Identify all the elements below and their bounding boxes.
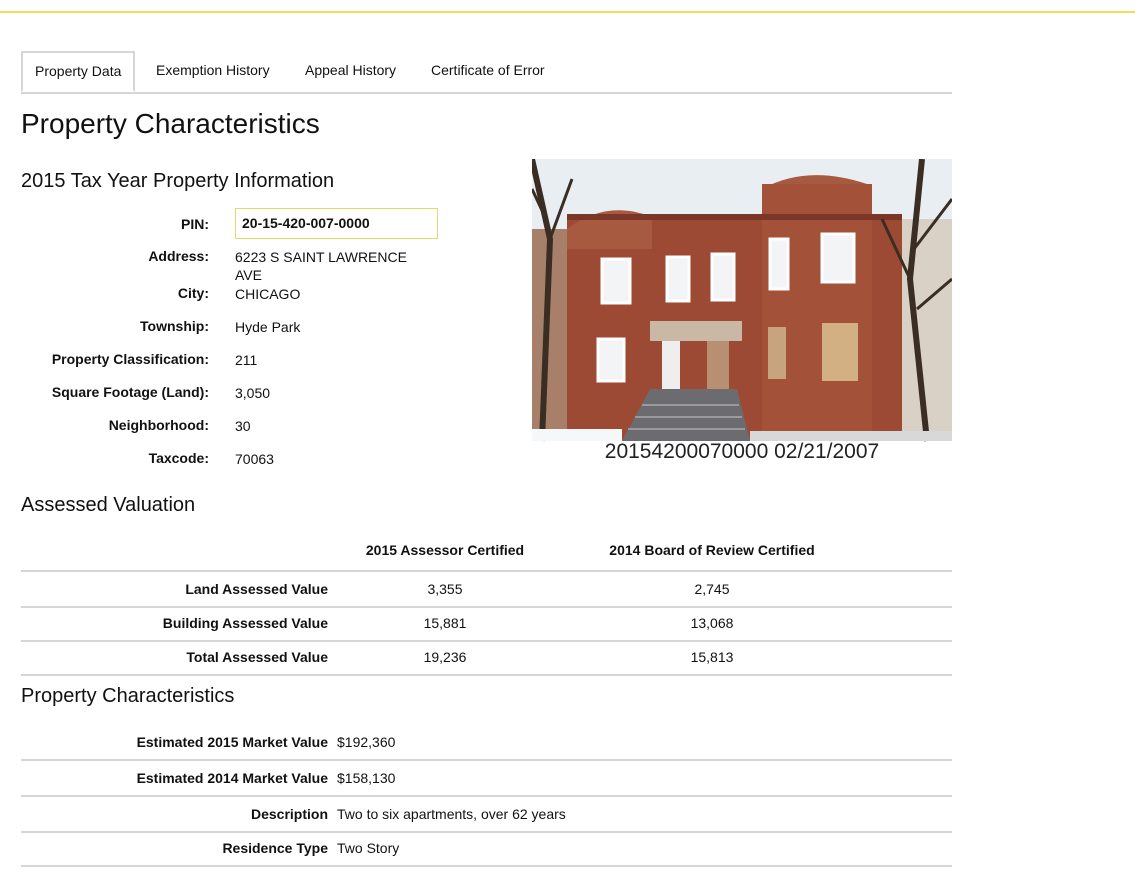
- row-value: Two to six apartments, over 62 years: [337, 806, 566, 822]
- top-accent-line: [0, 11, 1135, 13]
- building-illustration: [532, 159, 952, 474]
- row-label: Residence Type: [222, 840, 328, 856]
- address-value: 6223 S SAINT LAWRENCE AVE: [235, 249, 407, 283]
- row-label: Building Assessed Value: [162, 615, 328, 631]
- value-2015: 15,881: [423, 615, 467, 631]
- tab-appeal-history[interactable]: Appeal History: [305, 51, 396, 90]
- row-label: Total Assessed Value: [186, 649, 328, 665]
- table-row: Residence Type Two Story: [21, 831, 952, 867]
- table-row: Description Two to six apartments, over …: [21, 797, 952, 833]
- table-row: Estimated 2014 Market Value $158,130: [21, 761, 952, 797]
- pin-field[interactable]: 20-15-420-007-0000: [235, 208, 438, 239]
- tab-bar: Property Data Exemption History Appeal H…: [21, 51, 952, 94]
- value-2015: 19,236: [423, 649, 467, 665]
- pin-label: PIN:: [181, 216, 209, 232]
- field-label: Neighborhood:: [108, 417, 209, 433]
- tax-year-heading: 2015 Tax Year Property Information: [21, 170, 335, 192]
- row-label: Estimated 2014 Market Value: [136, 770, 328, 786]
- row-label: Estimated 2015 Market Value: [136, 734, 328, 750]
- field-label: Address:: [148, 248, 209, 264]
- table-row: Land Assessed Value 3,355 2,745: [21, 572, 952, 608]
- field-label: Square Footage (Land):: [51, 384, 209, 400]
- field-label: City:: [177, 285, 209, 301]
- value-2014: 2,745: [694, 581, 730, 597]
- field-label: Taxcode:: [148, 450, 209, 466]
- tab-property-data[interactable]: Property Data: [21, 51, 136, 92]
- col-header-2015: 2015 Assessor Certified: [365, 542, 525, 558]
- table-row: Estimated 2015 Market Value $192,360: [21, 725, 952, 761]
- characteristics-table: Estimated 2015 Market Value $192,360 Est…: [21, 725, 952, 867]
- township-value: Hyde Park: [235, 319, 301, 335]
- assessed-valuation-heading: Assessed Valuation: [21, 494, 196, 516]
- field-label: Property Classification:: [51, 351, 209, 367]
- photo-caption: 20154200070000 02/21/2007: [604, 440, 880, 463]
- table-row: Building Assessed Value 15,881 13,068: [21, 606, 952, 642]
- col-header-2014: 2014 Board of Review Certified: [609, 542, 815, 558]
- square-footage-value: 3,050: [235, 385, 271, 401]
- row-value: Two Story: [337, 840, 400, 856]
- property-photo: 20154200070000 02/21/2007: [532, 159, 952, 474]
- field-label: Township:: [140, 318, 209, 334]
- characteristics-heading: Property Characteristics: [21, 685, 235, 707]
- row-label: Land Assessed Value: [185, 581, 328, 597]
- row-value: $158,130: [337, 770, 396, 786]
- row-label: Description: [250, 806, 328, 822]
- assessed-valuation-table: 2015 Assessor Certified 2014 Board of Re…: [21, 534, 952, 676]
- city-value: CHICAGO: [235, 286, 301, 302]
- table-row: Total Assessed Value 19,236 15,813: [21, 640, 952, 676]
- value-2015: 3,355: [427, 581, 463, 597]
- page-title: Property Characteristics: [21, 108, 320, 139]
- value-2014: 13,068: [690, 615, 734, 631]
- tab-certificate-of-error[interactable]: Certificate of Error: [431, 51, 545, 90]
- classification-value: 211: [235, 352, 258, 368]
- tab-exemption-history[interactable]: Exemption History: [156, 51, 270, 90]
- value-2014: 15,813: [690, 649, 734, 665]
- row-value: $192,360: [337, 734, 396, 750]
- taxcode-value: 70063: [235, 451, 274, 467]
- neighborhood-value: 30: [235, 418, 251, 434]
